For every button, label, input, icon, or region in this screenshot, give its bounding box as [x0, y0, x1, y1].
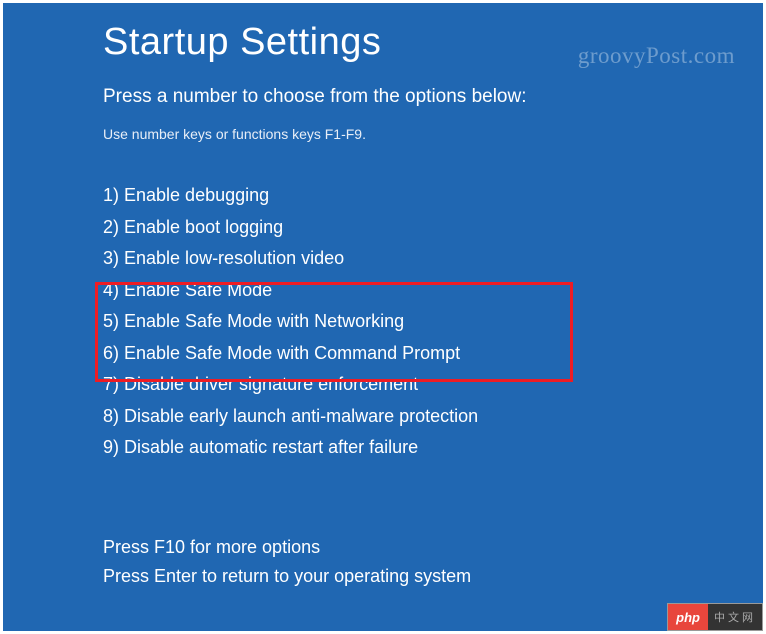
option-7[interactable]: 7) Disable driver signature enforcement — [103, 369, 663, 401]
option-2[interactable]: 2) Enable boot logging — [103, 212, 663, 244]
startup-settings-screen: Startup Settings groovyPost.com Press a … — [3, 3, 763, 631]
option-9[interactable]: 9) Disable automatic restart after failu… — [103, 432, 663, 464]
footer-instructions: Press F10 for more options Press Enter t… — [103, 533, 471, 591]
option-8[interactable]: 8) Disable early launch anti-malware pro… — [103, 401, 663, 433]
source-badge: php 中文网 — [667, 603, 763, 631]
option-6[interactable]: 6) Enable Safe Mode with Command Prompt — [103, 338, 663, 370]
watermark-text: groovyPost.com — [578, 43, 735, 69]
options-list: 1) Enable debugging 2) Enable boot loggi… — [103, 180, 663, 464]
subtitle-text: Press a number to choose from the option… — [103, 86, 663, 108]
footer-line-2: Press Enter to return to your operating … — [103, 562, 471, 591]
option-3[interactable]: 3) Enable low-resolution video — [103, 243, 663, 275]
option-5[interactable]: 5) Enable Safe Mode with Networking — [103, 306, 663, 338]
footer-line-1: Press F10 for more options — [103, 533, 471, 562]
badge-cn-label: 中文网 — [708, 604, 762, 630]
option-4[interactable]: 4) Enable Safe Mode — [103, 275, 663, 307]
option-1[interactable]: 1) Enable debugging — [103, 180, 663, 212]
badge-php-label: php — [668, 604, 708, 630]
hint-text: Use number keys or functions keys F1-F9. — [103, 126, 663, 142]
